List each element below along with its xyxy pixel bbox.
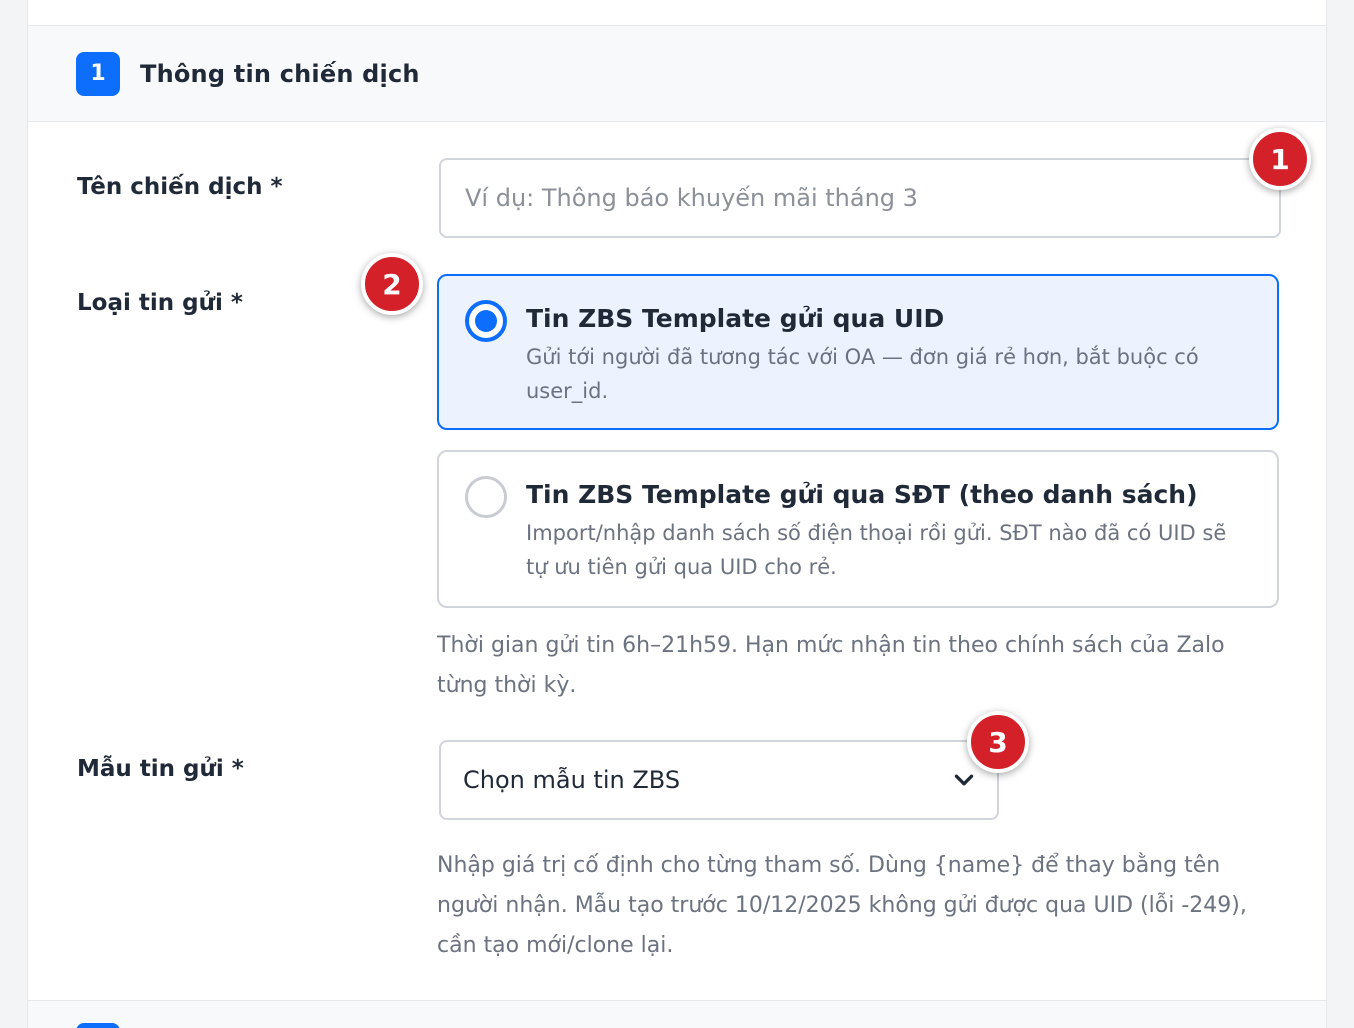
annotation-marker-2: 2 <box>361 253 423 315</box>
annotation-marker-1: 1 <box>1249 128 1311 190</box>
template-select-value: Chọn mẫu tin ZBS <box>463 766 681 794</box>
option-phone-title: Tin ZBS Template gửi qua SĐT (theo danh … <box>526 480 1198 509</box>
campaign-name-input[interactable] <box>439 158 1281 238</box>
option-phone-description: Import/nhập danh sách số điện thoại rồi … <box>526 521 1227 579</box>
chevron-down-icon <box>954 774 974 786</box>
option-uid-description: Gửi tới người đã tương tác với OA — đơn … <box>526 345 1199 403</box>
template-label: Mẫu tin gửi * <box>77 756 244 782</box>
campaign-form-card: 1 Thông tin chiến dịch Tên chiến dịch * … <box>27 0 1327 1028</box>
message-type-help: Thời gian gửi tin 6h–21h59. Hạn mức nhận… <box>437 633 1225 698</box>
next-section-header <box>28 1000 1326 1028</box>
radio-phone[interactable] <box>465 476 507 518</box>
annotation-marker-3: 3 <box>967 711 1029 773</box>
template-help: Nhập giá trị cố định cho từng tham số. D… <box>437 853 1247 958</box>
option-uid-title: Tin ZBS Template gửi qua UID <box>526 304 945 333</box>
card-top-strip <box>28 0 1326 26</box>
step-badge: 1 <box>76 51 120 96</box>
section-header: 1 Thông tin chiến dịch <box>28 26 1326 122</box>
campaign-name-label: Tên chiến dịch * <box>77 174 283 200</box>
message-type-label: Loại tin gửi * <box>77 290 243 316</box>
message-type-option-phone[interactable]: Tin ZBS Template gửi qua SĐT (theo danh … <box>437 450 1279 608</box>
next-step-badge <box>76 1023 120 1028</box>
radio-uid[interactable] <box>465 300 507 342</box>
template-select[interactable]: Chọn mẫu tin ZBS <box>439 740 999 820</box>
section-title: Thông tin chiến dịch <box>140 59 420 88</box>
message-type-option-uid[interactable]: Tin ZBS Template gửi qua UID Gửi tới ngư… <box>437 274 1279 430</box>
